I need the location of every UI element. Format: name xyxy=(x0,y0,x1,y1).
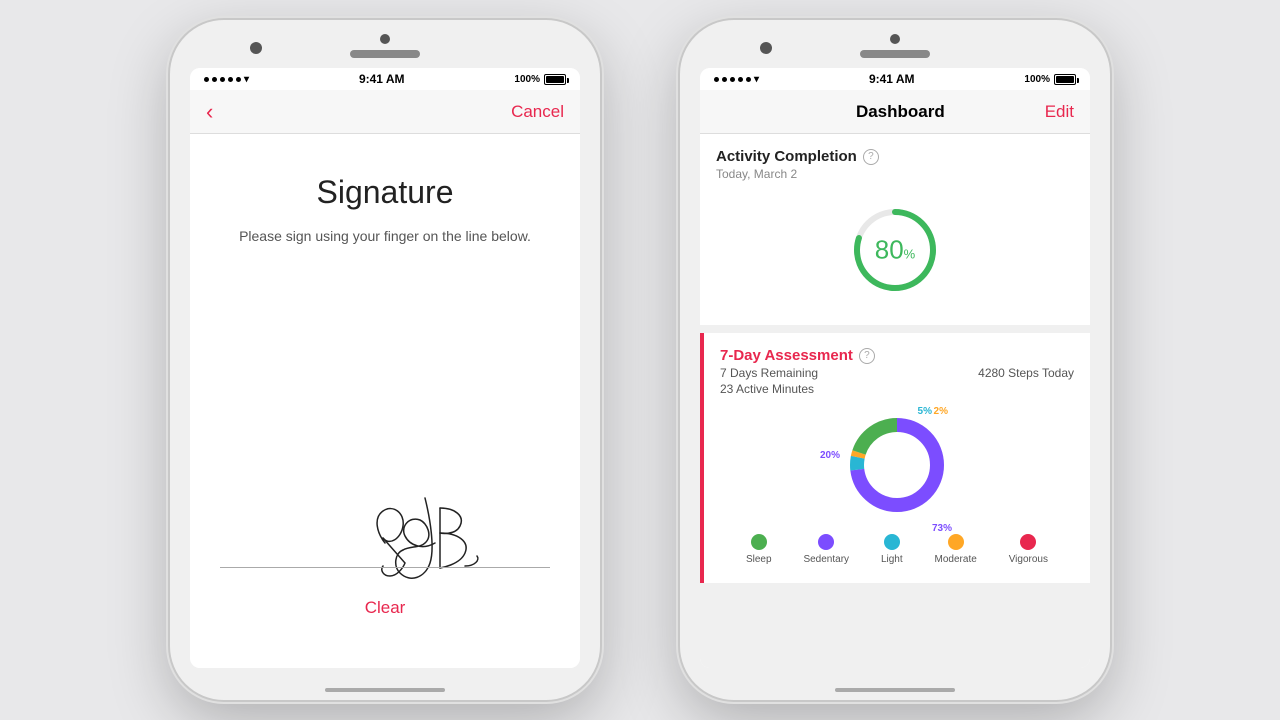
signal-dot-9 xyxy=(738,77,743,82)
dashboard-content: Activity Completion ? Today, March 2 80% xyxy=(700,134,1090,668)
battery-area-1: 100% xyxy=(514,74,566,85)
sedentary-label: Sedentary xyxy=(803,554,849,565)
signal-dot-1 xyxy=(204,77,209,82)
legend-sleep: Sleep xyxy=(746,534,772,565)
activity-percent: 80 xyxy=(875,235,904,265)
signature-line xyxy=(220,567,550,568)
nav-bar-1: ‹ Cancel xyxy=(190,90,580,134)
signature-title: Signature xyxy=(317,174,454,211)
front-camera-lens-1 xyxy=(250,42,262,54)
active-minutes: 23 Active Minutes xyxy=(720,382,818,396)
front-camera-lens-2 xyxy=(760,42,772,54)
signal-area-1: ▾ xyxy=(204,74,249,85)
signal-dot-3 xyxy=(220,77,225,82)
status-time-2: 9:41 AM xyxy=(759,72,1024,86)
signal-dot-7 xyxy=(722,77,727,82)
signal-dot-6 xyxy=(714,77,719,82)
signature-drawing xyxy=(265,478,505,598)
sedentary-dot xyxy=(818,534,834,550)
moderate-label: Moderate xyxy=(935,554,977,565)
signal-dot-5 xyxy=(236,77,241,82)
legend-vigorous: Vigorous xyxy=(1009,534,1048,565)
donut-chart: 73% 20% 5% 2% xyxy=(842,410,952,520)
battery-fill-1 xyxy=(546,76,564,83)
status-time-1: 9:41 AM xyxy=(249,72,514,86)
phone-2-top xyxy=(680,20,1110,58)
activity-completion-card: Activity Completion ? Today, March 2 80% xyxy=(700,134,1090,325)
donut-label-73: 73% xyxy=(932,523,952,534)
speaker-2 xyxy=(860,50,930,58)
signal-area-2: ▾ xyxy=(714,74,759,85)
battery-pct-1: 100% xyxy=(514,74,540,85)
signal-dot-2 xyxy=(212,77,217,82)
legend-sedentary: Sedentary xyxy=(803,534,849,565)
donut-label-2: 2% xyxy=(934,406,948,417)
front-camera-1 xyxy=(380,34,390,44)
home-indicator-1 xyxy=(325,688,445,692)
light-label: Light xyxy=(881,554,903,565)
battery-pct-2: 100% xyxy=(1024,74,1050,85)
phone-2: ▾ 9:41 AM 100% Dashboard Edit Activity C… xyxy=(680,20,1110,700)
steps-today: 4280 Steps Today xyxy=(978,366,1074,380)
back-button[interactable]: ‹ xyxy=(206,101,213,123)
activity-date: Today, March 2 xyxy=(716,167,1074,181)
donut-container: 73% 20% 5% 2% xyxy=(720,400,1074,526)
status-bar-1: ▾ 9:41 AM 100% xyxy=(190,68,580,90)
circle-text: 80% xyxy=(875,235,915,266)
cancel-button[interactable]: Cancel xyxy=(511,102,564,122)
progress-circle-container: 80% xyxy=(716,195,1074,311)
light-dot xyxy=(884,534,900,550)
progress-circle: 80% xyxy=(850,205,940,295)
speaker-1 xyxy=(350,50,420,58)
donut-svg xyxy=(842,410,952,520)
seven-day-title: 7-Day Assessment xyxy=(720,347,853,364)
moderate-dot xyxy=(948,534,964,550)
legend-light: Light xyxy=(881,534,903,565)
sleep-dot xyxy=(751,534,767,550)
dashboard-title: Dashboard xyxy=(856,102,945,122)
days-remaining: 7 Days Remaining xyxy=(720,366,818,380)
signature-subtitle: Please sign using your finger on the lin… xyxy=(239,227,531,247)
chart-legend: Sleep Sedentary Light Moderate xyxy=(720,526,1074,569)
home-indicator-2 xyxy=(835,688,955,692)
signal-dot-8 xyxy=(730,77,735,82)
seven-day-title-row: 7-Day Assessment ? xyxy=(720,347,1074,364)
status-bar-2: ▾ 9:41 AM 100% xyxy=(700,68,1090,90)
battery-area-2: 100% xyxy=(1024,74,1076,85)
card-title-row: Activity Completion ? xyxy=(716,148,1074,165)
left-stats: 7 Days Remaining 23 Active Minutes xyxy=(720,366,818,398)
vigorous-dot xyxy=(1020,534,1036,550)
activity-percent-symbol: % xyxy=(904,247,916,262)
legend-moderate: Moderate xyxy=(935,534,977,565)
edit-button[interactable]: Edit xyxy=(1045,102,1074,122)
assessment-stats-row: 7 Days Remaining 23 Active Minutes 4280 … xyxy=(720,366,1074,398)
phone-1-top xyxy=(170,20,600,58)
seven-day-help-icon[interactable]: ? xyxy=(859,348,875,364)
battery-fill-2 xyxy=(1056,76,1074,83)
activity-help-icon[interactable]: ? xyxy=(863,149,879,165)
battery-icon-1 xyxy=(544,74,566,85)
donut-label-20: 20% xyxy=(820,450,840,461)
screen-2: ▾ 9:41 AM 100% Dashboard Edit Activity C… xyxy=(700,68,1090,668)
signal-dot-10 xyxy=(746,77,751,82)
front-camera-2 xyxy=(890,34,900,44)
seven-day-card: 7-Day Assessment ? 7 Days Remaining 23 A… xyxy=(700,333,1090,583)
signature-content: Signature Please sign using your finger … xyxy=(190,134,580,668)
nav-bar-2: Dashboard Edit xyxy=(700,90,1090,134)
signal-dot-4 xyxy=(228,77,233,82)
vigorous-label: Vigorous xyxy=(1009,554,1048,565)
phone-1: ▾ 9:41 AM 100% ‹ Cancel Signature Please… xyxy=(170,20,600,700)
donut-label-5: 5% xyxy=(918,406,932,417)
battery-icon-2 xyxy=(1054,74,1076,85)
activity-completion-title: Activity Completion xyxy=(716,148,857,165)
screen-1: ▾ 9:41 AM 100% ‹ Cancel Signature Please… xyxy=(190,68,580,668)
sleep-label: Sleep xyxy=(746,554,772,565)
clear-button[interactable]: Clear xyxy=(365,598,406,618)
signature-area[interactable]: Clear xyxy=(220,287,550,648)
